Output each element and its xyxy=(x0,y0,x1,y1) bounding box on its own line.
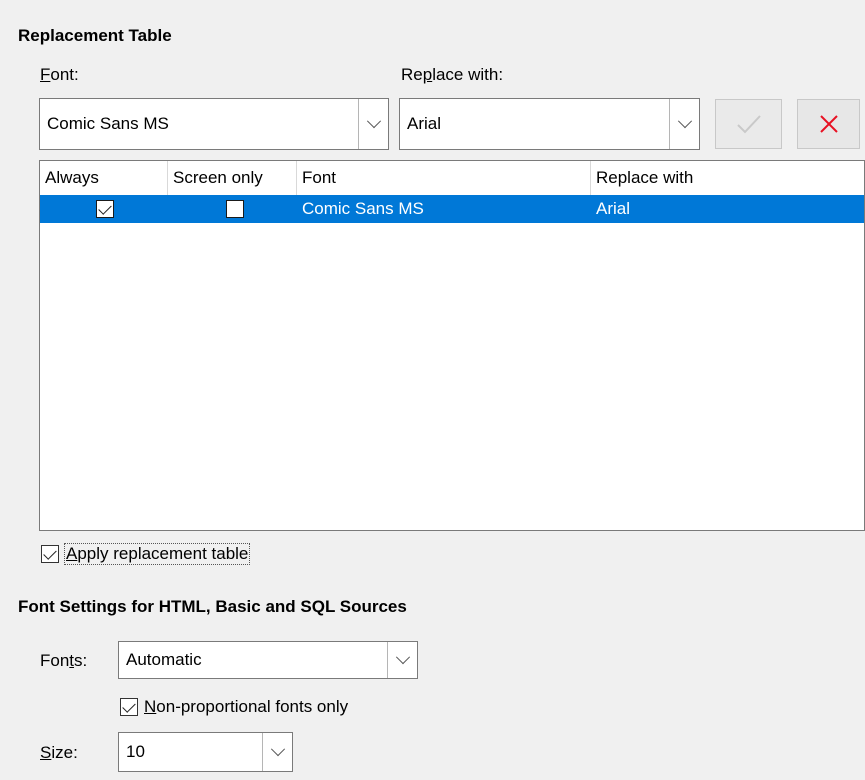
replace-with-combobox-value: Arial xyxy=(407,114,442,133)
check-icon xyxy=(122,698,136,713)
apply-button[interactable] xyxy=(715,99,782,149)
column-header-screen-only[interactable]: Screen only xyxy=(168,161,297,195)
size-combobox-value: 10 xyxy=(126,742,145,761)
always-checkbox[interactable] xyxy=(96,200,114,218)
non-proportional-checkbox[interactable]: Non-proportional fonts only xyxy=(120,697,348,717)
replace-with-label: Replace with: xyxy=(401,65,504,84)
screen-only-checkbox[interactable] xyxy=(226,200,244,218)
close-icon xyxy=(819,115,838,133)
table-header: Always Screen only Font Replace with xyxy=(40,161,864,196)
non-proportional-check[interactable] xyxy=(120,698,138,716)
fonts-combobox-dropdown-button[interactable] xyxy=(387,642,417,678)
font-combobox[interactable]: Comic Sans MS xyxy=(39,98,389,150)
chevron-down-icon xyxy=(270,742,285,757)
check-icon xyxy=(43,545,57,560)
replace-with-combobox[interactable]: Arial xyxy=(399,98,700,150)
column-header-font[interactable]: Font xyxy=(297,161,591,195)
replace-with-combobox-dropdown-button[interactable] xyxy=(669,99,699,149)
replacement-table[interactable]: Always Screen only Font Replace with Com… xyxy=(39,160,865,531)
column-header-replace-with[interactable]: Replace with xyxy=(591,161,864,195)
non-proportional-label: Non-proportional fonts only xyxy=(144,697,349,716)
fonts-combobox[interactable]: Automatic xyxy=(118,641,418,679)
always-cell[interactable] xyxy=(96,195,114,223)
fonts-label: Fonts: xyxy=(40,651,88,670)
chevron-down-icon xyxy=(677,114,692,129)
table-row[interactable]: Comic Sans MS Arial xyxy=(40,195,864,223)
font-combobox-value: Comic Sans MS xyxy=(47,114,169,133)
screen-only-cell[interactable] xyxy=(226,195,244,223)
apply-replacement-table-check[interactable] xyxy=(41,545,59,563)
size-combobox[interactable]: 10 xyxy=(118,732,293,772)
check-icon xyxy=(98,200,112,215)
font-combobox-dropdown-button[interactable] xyxy=(358,99,388,149)
replacement-table-heading: Replacement Table xyxy=(18,26,172,45)
chevron-down-icon xyxy=(366,114,381,129)
font-settings-heading: Font Settings for HTML, Basic and SQL So… xyxy=(18,597,407,616)
check-icon xyxy=(736,115,761,134)
delete-button[interactable] xyxy=(797,99,860,149)
size-label: Size: xyxy=(40,743,78,762)
replace-with-cell: Arial xyxy=(596,199,631,218)
chevron-down-icon xyxy=(395,650,410,665)
font-label: Font: xyxy=(40,65,79,84)
apply-replacement-table-label: Apply replacement table xyxy=(63,543,251,565)
fonts-combobox-value: Automatic xyxy=(126,650,202,669)
font-cell: Comic Sans MS xyxy=(302,199,424,218)
column-header-always[interactable]: Always xyxy=(40,161,168,195)
apply-replacement-table-checkbox[interactable]: Apply replacement table xyxy=(41,543,251,565)
size-combobox-dropdown-button[interactable] xyxy=(262,733,292,771)
